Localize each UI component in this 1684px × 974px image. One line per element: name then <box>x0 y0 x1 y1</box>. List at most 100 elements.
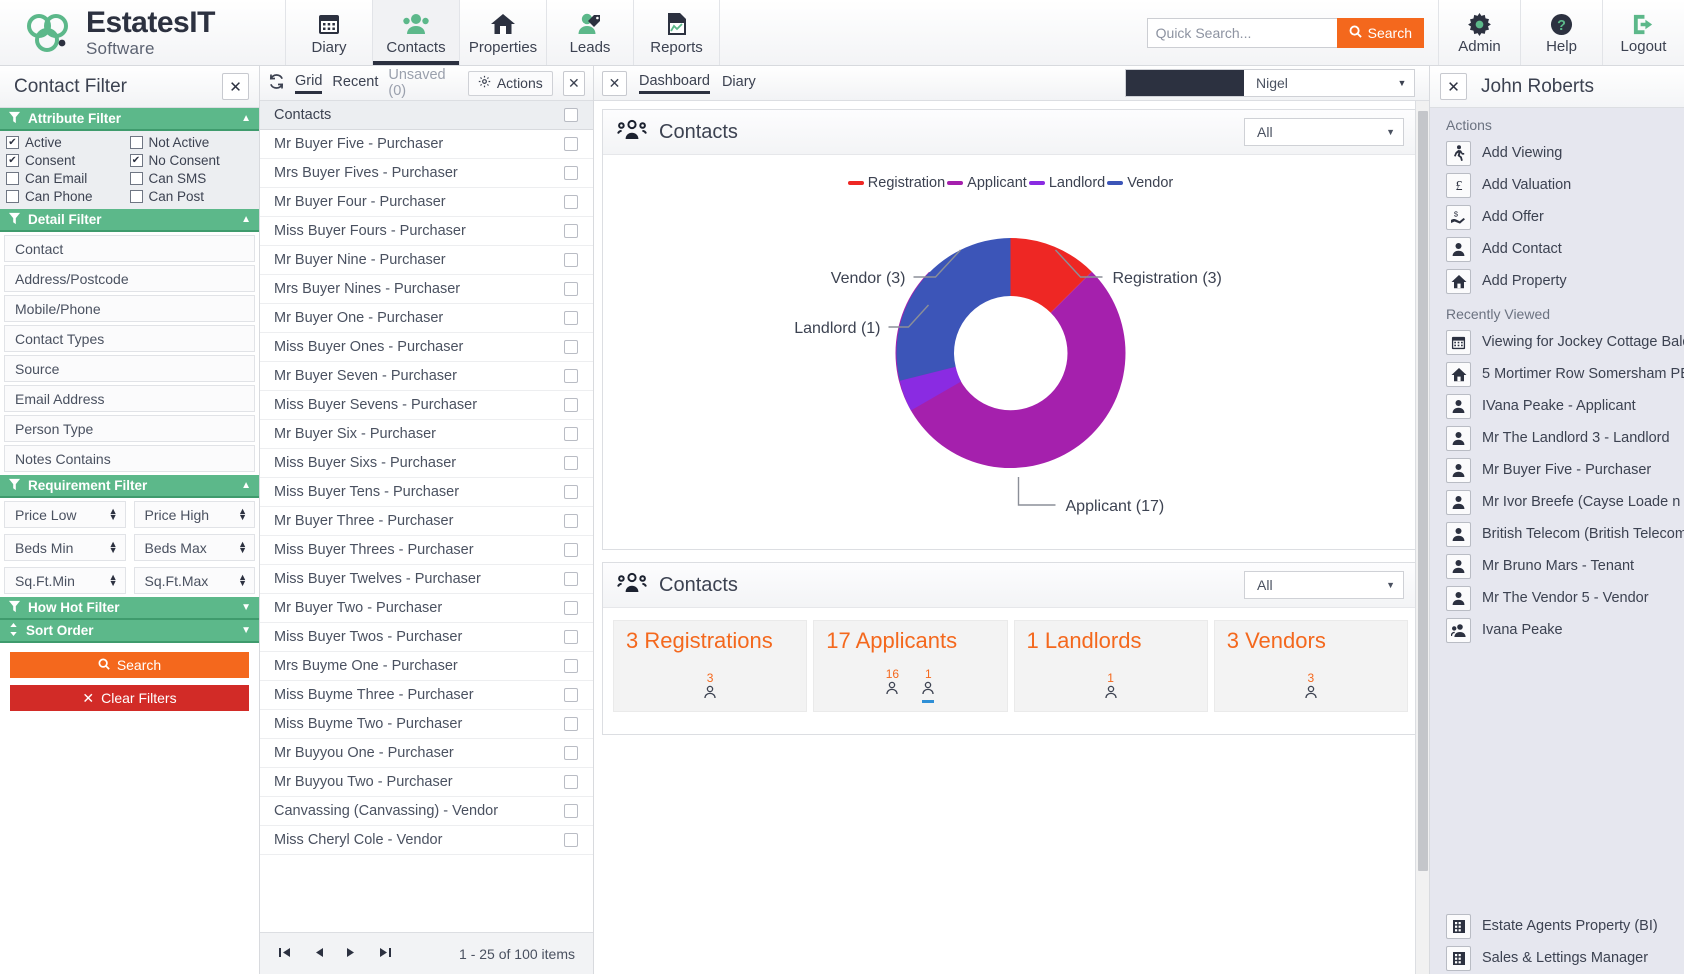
table-row[interactable]: Mrs Buyer Fives - Purchaser <box>260 159 593 188</box>
stat-tile-landlords[interactable]: 1 Landlords 1 <box>1014 620 1208 712</box>
close-icon[interactable]: ✕ <box>563 71 585 96</box>
row-checkbox[interactable] <box>564 369 578 383</box>
table-row[interactable]: Miss Buyer Twos - Purchaser <box>260 623 593 652</box>
checkbox-consent[interactable]: Consent <box>6 153 130 168</box>
recent-item-viewing[interactable]: Viewing for Jockey Cottage Baldo <box>1430 326 1684 358</box>
legend-item-applicant[interactable]: Applicant <box>947 175 1027 191</box>
row-checkbox[interactable] <box>564 195 578 209</box>
stats-filter-select[interactable]: All ▼ <box>1244 571 1404 599</box>
spinner-sqft-max[interactable]: Sq.Ft.Max ▲▼ <box>134 567 256 594</box>
checkbox-can-email[interactable]: Can Email <box>6 171 130 186</box>
spinner-price-high[interactable]: Price High ▲▼ <box>134 501 256 528</box>
action-add-valuation[interactable]: £ Add Valuation <box>1430 169 1684 201</box>
search-button[interactable]: Search <box>1337 18 1424 48</box>
chevron-down-icon[interactable]: ▼ <box>1390 70 1414 96</box>
util-item-logout[interactable]: Logout <box>1602 0 1684 65</box>
checkbox-can-phone[interactable]: Can Phone <box>6 189 130 204</box>
donut-slice-vendor[interactable] <box>896 238 1010 381</box>
table-row[interactable]: Miss Buyer Sevens - Purchaser <box>260 391 593 420</box>
stepper-arrows-icon[interactable]: ▲▼ <box>109 509 118 520</box>
field-source[interactable]: Source <box>4 355 255 382</box>
row-checkbox[interactable] <box>564 659 578 673</box>
how-hot-filter-section-header[interactable]: How Hot Filter ▼ <box>0 597 259 620</box>
spinner-beds-min[interactable]: Beds Min ▲▼ <box>4 534 126 561</box>
table-row[interactable]: Canvassing (Canvassing) - Vendor <box>260 797 593 826</box>
close-icon[interactable]: ✕ <box>602 71 627 96</box>
tab-dashboard[interactable]: Dashboard <box>639 73 710 94</box>
table-row[interactable]: Mr Buyer Five - Purchaser <box>260 130 593 159</box>
table-row[interactable]: Miss Buyer Threes - Purchaser <box>260 536 593 565</box>
table-row[interactable]: Mr Buyer Nine - Purchaser <box>260 246 593 275</box>
action-add-contact[interactable]: Add Contact <box>1430 233 1684 265</box>
next-page-icon[interactable] <box>346 946 357 962</box>
stepper-arrows-icon[interactable]: ▲▼ <box>109 575 118 586</box>
row-checkbox[interactable] <box>564 137 578 151</box>
table-row[interactable]: Mr Buyer Three - Purchaser <box>260 507 593 536</box>
field-mobile-phone[interactable]: Mobile/Phone <box>4 295 255 322</box>
stepper-arrows-icon[interactable]: ▲▼ <box>109 542 118 553</box>
recent-item-landlord-3[interactable]: Mr The Landlord 3 - Landlord <box>1430 422 1684 454</box>
tab-recent[interactable]: Recent <box>332 74 378 92</box>
attribute-filter-section-header[interactable]: Attribute Filter ▲ <box>0 108 259 131</box>
spinner-sqft-min[interactable]: Sq.Ft.Min ▲▼ <box>4 567 126 594</box>
row-checkbox[interactable] <box>564 572 578 586</box>
field-contact[interactable]: Contact <box>4 235 255 262</box>
table-row[interactable]: Mr Buyer Four - Purchaser <box>260 188 593 217</box>
row-checkbox[interactable] <box>564 717 578 731</box>
search-input[interactable] <box>1147 18 1337 48</box>
table-row[interactable]: Miss Cheryl Cole - Vendor <box>260 826 593 855</box>
field-person-type[interactable]: Person Type <box>4 415 255 442</box>
table-row[interactable]: Miss Buyme Two - Purchaser <box>260 710 593 739</box>
dashboard-scrollbar[interactable] <box>1415 101 1429 974</box>
recent-item-buyer-five[interactable]: Mr Buyer Five - Purchaser <box>1430 454 1684 486</box>
clear-filters-button[interactable]: ✕ Clear Filters <box>10 685 249 711</box>
field-email-address[interactable]: Email Address <box>4 385 255 412</box>
recent-item-property[interactable]: 5 Mortimer Row Somersham PE28 <box>1430 358 1684 390</box>
close-icon[interactable]: ✕ <box>222 73 249 100</box>
stat-tile-vendors[interactable]: 3 Vendors 3 <box>1214 620 1408 712</box>
util-item-help[interactable]: ? Help <box>1520 0 1602 65</box>
table-row[interactable]: Mrs Buyme One - Purchaser <box>260 652 593 681</box>
recent-item-vendor-5[interactable]: Mr The Vendor 5 - Vendor <box>1430 582 1684 614</box>
nav-item-contacts[interactable]: Contacts <box>372 0 459 65</box>
legend-item-landlord[interactable]: Landlord <box>1029 175 1105 191</box>
stepper-arrows-icon[interactable]: ▲▼ <box>238 509 247 520</box>
sort-order-section-header[interactable]: Sort Order ▼ <box>0 620 259 643</box>
checkbox-can-post[interactable]: Can Post <box>130 189 254 204</box>
action-add-viewing[interactable]: Add Viewing <box>1430 137 1684 169</box>
prev-page-icon[interactable] <box>313 946 324 962</box>
stepper-arrows-icon[interactable]: ▲▼ <box>238 542 247 553</box>
action-add-offer[interactable]: $ Add Offer <box>1430 201 1684 233</box>
close-icon[interactable]: ✕ <box>1440 73 1467 100</box>
row-checkbox[interactable] <box>564 282 578 296</box>
row-checkbox[interactable] <box>564 688 578 702</box>
user-select[interactable]: Nigel ▼ <box>1125 69 1415 97</box>
stepper-arrows-icon[interactable]: ▲▼ <box>238 575 247 586</box>
table-row[interactable]: Miss Buyer Twelves - Purchaser <box>260 565 593 594</box>
stat-tile-registrations[interactable]: 3 Registrations 3 <box>613 620 807 712</box>
action-add-property[interactable]: Add Property <box>1430 265 1684 297</box>
last-page-icon[interactable] <box>379 946 392 962</box>
table-row[interactable]: Mr Buyyou One - Purchaser <box>260 739 593 768</box>
spinner-beds-max[interactable]: Beds Max ▲▼ <box>134 534 256 561</box>
row-checkbox[interactable] <box>564 253 578 267</box>
recent-item-british-telecom[interactable]: British Telecom (British Telecom) - <box>1430 518 1684 550</box>
table-row[interactable]: Miss Buyer Tens - Purchaser <box>260 478 593 507</box>
table-row[interactable]: Mr Buyer Six - Purchaser <box>260 420 593 449</box>
stat-tile-applicants[interactable]: 17 Applicants 16 1 <box>813 620 1007 712</box>
table-row[interactable]: Miss Buyme Three - Purchaser <box>260 681 593 710</box>
legend-item-registration[interactable]: Registration <box>848 175 945 191</box>
row-checkbox[interactable] <box>564 340 578 354</box>
row-checkbox[interactable] <box>564 166 578 180</box>
field-contact-types[interactable]: Contact Types <box>4 325 255 352</box>
checkbox-no-consent[interactable]: No Consent <box>130 153 254 168</box>
tab-grid[interactable]: Grid <box>295 73 322 94</box>
scrollbar-thumb[interactable] <box>1418 111 1428 871</box>
requirement-filter-section-header[interactable]: Requirement Filter ▲ <box>0 475 259 498</box>
nav-item-properties[interactable]: Properties <box>459 0 546 65</box>
row-checkbox[interactable] <box>564 224 578 238</box>
first-page-icon[interactable] <box>278 946 291 962</box>
checkbox-can-sms[interactable]: Can SMS <box>130 171 254 186</box>
tab-diary[interactable]: Diary <box>722 74 756 92</box>
nav-item-leads[interactable]: Leads <box>546 0 633 65</box>
